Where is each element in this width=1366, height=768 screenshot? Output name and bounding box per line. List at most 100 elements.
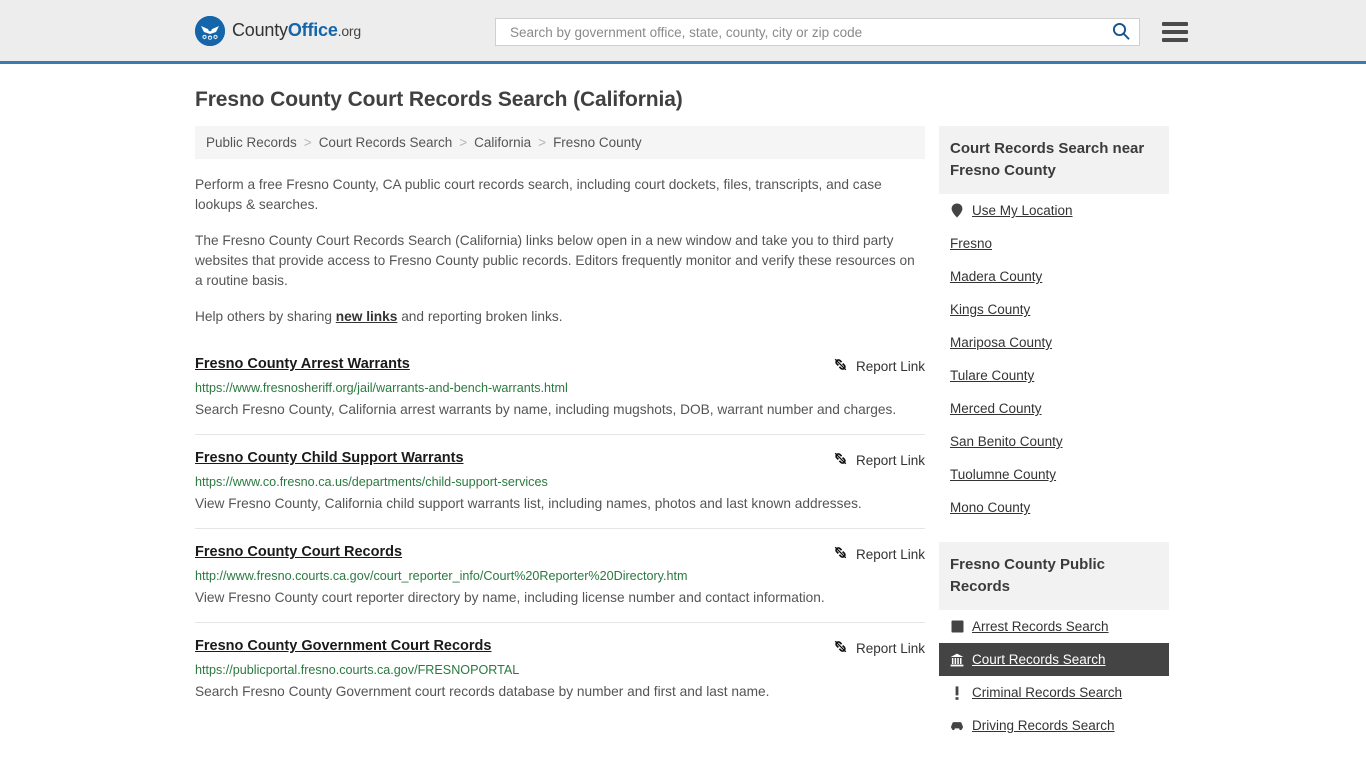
sidebar-item-label: Tuolumne County xyxy=(950,467,1057,482)
breadcrumb-item-fresno-county: Fresno County xyxy=(553,135,642,150)
sidebar-nearby-mariposa-county[interactable]: Mariposa County xyxy=(939,326,1169,359)
sidebar-nearby-san-benito-county[interactable]: San Benito County xyxy=(939,425,1169,458)
report-link-button[interactable]: Report Link xyxy=(832,355,925,376)
breadcrumb-item-california[interactable]: California xyxy=(474,135,531,150)
intro-paragraph-3: Help others by sharing new links and rep… xyxy=(195,307,925,327)
sidebar-nearby-madera-county[interactable]: Madera County xyxy=(939,260,1169,293)
report-link-button[interactable]: Report Link xyxy=(832,449,925,470)
sidebar-public-records-heading: Fresno County Public Records xyxy=(939,542,1169,610)
hamburger-bar xyxy=(1162,38,1188,42)
result-url: http://www.fresno.courts.ca.gov/court_re… xyxy=(195,569,688,583)
sidebar-nearby-box: Court Records Search near Fresno County … xyxy=(939,126,1169,524)
sidebar-list-item: Court Records Search xyxy=(939,643,1169,676)
sidebar-nearby-kings-county[interactable]: Kings County xyxy=(939,293,1169,326)
sidebar-nearby-merced-county[interactable]: Merced County xyxy=(939,392,1169,425)
sidebar-nearby-list: Use My Location Fresno Madera County Kings … xyxy=(939,194,1169,524)
intro-p3-pre: Help others by sharing xyxy=(195,309,336,324)
result-description: Search Fresno County, California arrest … xyxy=(195,402,897,417)
sidebar-list-item: Driving Records Search xyxy=(939,709,1169,742)
hamburger-menu-icon[interactable] xyxy=(1162,22,1188,42)
report-link-button[interactable]: Report Link xyxy=(832,543,925,564)
location-pin-icon xyxy=(950,203,964,218)
intro-text: Perform a free Fresno County, CA public … xyxy=(195,175,925,327)
sidebar-list-item: Madera County xyxy=(939,260,1169,293)
report-link-button[interactable]: Report Link xyxy=(832,637,925,658)
search-icon xyxy=(1111,21,1131,44)
intro-paragraph-2: The Fresno County Court Records Search (… xyxy=(195,233,915,288)
result-description: View Fresno County, California child sup… xyxy=(195,496,862,511)
sidebar-nearby-use-my-location[interactable]: Use My Location xyxy=(939,194,1169,227)
result-header: Fresno County Child Support Warrants Repo… xyxy=(195,449,925,470)
breadcrumb-separator: > xyxy=(303,135,312,150)
sidebar-item-label: Tulare County xyxy=(950,368,1035,383)
sidebar-record-arrest-records-search[interactable]: Arrest Records Search xyxy=(939,610,1169,643)
logo-text-county: County xyxy=(232,20,288,40)
page-title: Fresno County Court Records Search (Cali… xyxy=(195,88,683,111)
result-title-link[interactable]: Fresno County Court Records xyxy=(195,543,402,561)
sidebar-nearby-tuolumne-county[interactable]: Tuolumne County xyxy=(939,458,1169,491)
hamburger-bar xyxy=(1162,22,1188,26)
sidebar-list-item: Mariposa County xyxy=(939,326,1169,359)
broken-link-icon xyxy=(832,450,849,470)
result-description: Search Fresno County Government court re… xyxy=(195,684,770,699)
logo-wordmark: CountyOffice.org xyxy=(232,20,361,41)
sidebar-item-label: Merced County xyxy=(950,401,1042,416)
sidebar-record-driving-records-search[interactable]: Driving Records Search xyxy=(939,709,1169,742)
sidebar-item-label: Madera County xyxy=(950,269,1043,284)
sidebar-list-item: Mono County xyxy=(939,491,1169,524)
result-title-link[interactable]: Fresno County Government Court Records xyxy=(195,637,491,655)
result-item: Fresno County Court Records Report Link ht… xyxy=(195,528,925,622)
sidebar-item-label: Use My Location xyxy=(972,203,1073,218)
sidebar-list-item: Use My Location xyxy=(939,194,1169,227)
sidebar-record-court-records-search[interactable]: Court Records Search xyxy=(939,643,1169,676)
result-title-link[interactable]: Fresno County Child Support Warrants xyxy=(195,449,464,467)
sidebar-item-label: San Benito County xyxy=(950,434,1063,449)
breadcrumb-item-public-records[interactable]: Public Records xyxy=(206,135,297,150)
result-item: Fresno County Arrest Warrants Report Link… xyxy=(195,349,925,434)
sidebar-record-criminal-records-search[interactable]: Criminal Records Search xyxy=(939,676,1169,709)
result-header: Fresno County Arrest Warrants Report Link xyxy=(195,355,925,376)
sidebar-nearby-tulare-county[interactable]: Tulare County xyxy=(939,359,1169,392)
result-url: https://www.fresnosheriff.org/jail/warra… xyxy=(195,381,568,395)
breadcrumb: Public Records > Court Records Search > Cali… xyxy=(195,126,925,159)
hamburger-bar xyxy=(1162,30,1188,34)
breadcrumb-separator: > xyxy=(459,135,468,150)
sidebar-nearby-fresno[interactable]: Fresno xyxy=(939,227,1169,260)
results-list: Fresno County Arrest Warrants Report Link… xyxy=(195,349,925,716)
sidebar-list-item: San Benito County xyxy=(939,425,1169,458)
sidebar-item-label: Court Records Search xyxy=(972,652,1106,667)
sidebar-nearby-mono-county[interactable]: Mono County xyxy=(939,491,1169,524)
result-title-link[interactable]: Fresno County Arrest Warrants xyxy=(195,355,410,373)
eagle-shield-logo-icon xyxy=(195,15,225,46)
sidebar: Court Records Search near Fresno County … xyxy=(939,126,1169,746)
new-links-link[interactable]: new links xyxy=(336,309,398,324)
sidebar-list-item: Fresno xyxy=(939,227,1169,260)
site-logo[interactable]: CountyOffice.org xyxy=(195,15,361,46)
search-input[interactable] xyxy=(508,23,1109,41)
broken-link-icon xyxy=(832,356,849,376)
site-header: CountyOffice.org xyxy=(0,0,1366,64)
search-button[interactable] xyxy=(1109,21,1133,44)
sidebar-list-item: Tulare County xyxy=(939,359,1169,392)
page-container: Fresno County Court Records Search (Cali… xyxy=(0,88,1366,746)
broken-link-icon xyxy=(832,638,849,658)
header-search-area xyxy=(495,18,1188,46)
broken-link-icon xyxy=(832,544,849,564)
sidebar-item-label: Mono County xyxy=(950,500,1031,515)
report-link-label: Report Link xyxy=(855,452,925,468)
car-icon xyxy=(950,719,964,733)
sidebar-list-item: Tuolumne County xyxy=(939,458,1169,491)
result-description: View Fresno County court reporter direct… xyxy=(195,590,825,605)
sidebar-item-label: Arrest Records Search xyxy=(972,619,1109,634)
result-item: Fresno County Government Court Records Re… xyxy=(195,622,925,716)
sidebar-item-label: Kings County xyxy=(950,302,1031,317)
sidebar-item-label: Driving Records Search xyxy=(972,718,1115,733)
result-url: https://publicportal.fresno.courts.ca.go… xyxy=(195,663,520,677)
report-link-label: Report Link xyxy=(855,358,925,374)
logo-text-office: Office xyxy=(287,20,338,40)
courthouse-icon xyxy=(950,653,964,667)
sidebar-item-label: Fresno xyxy=(950,236,993,251)
search-box[interactable] xyxy=(495,18,1140,46)
breadcrumb-item-court-records-search[interactable]: Court Records Search xyxy=(319,135,453,150)
